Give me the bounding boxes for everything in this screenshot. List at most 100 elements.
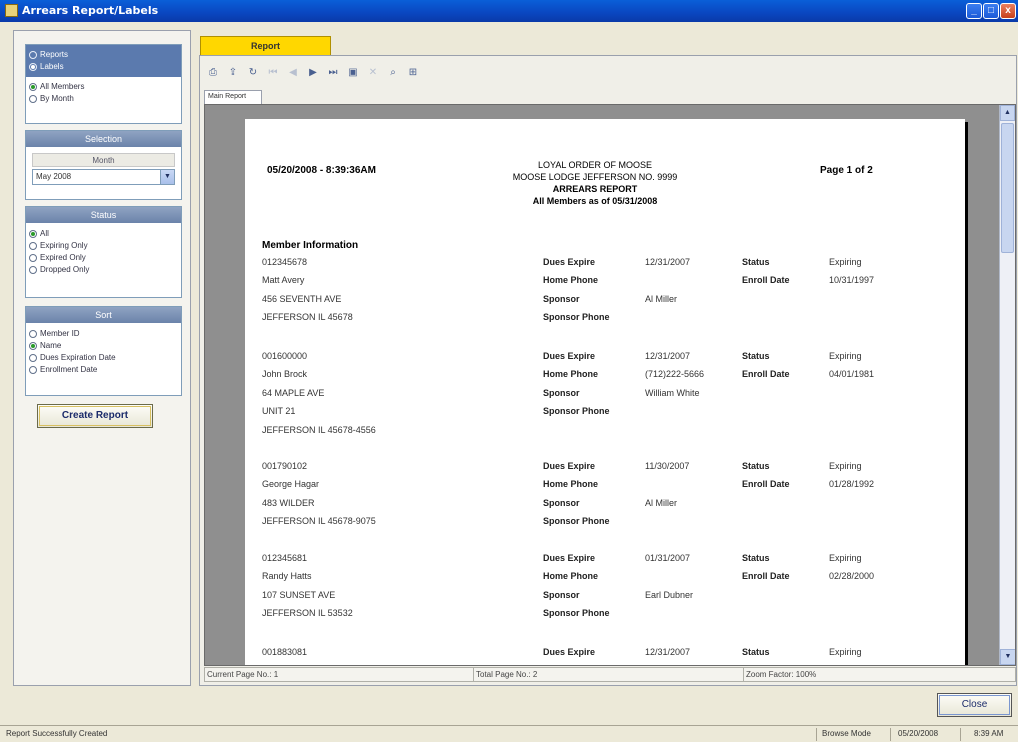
status-label: Status bbox=[742, 553, 770, 563]
labels-radio[interactable] bbox=[29, 62, 37, 71]
current-page-indicator: Current Page No.: 1 bbox=[204, 667, 474, 682]
status-all-option[interactable]: All bbox=[29, 228, 181, 239]
member-id: 012345681 bbox=[262, 553, 308, 563]
status-all-radio[interactable] bbox=[29, 229, 37, 238]
status-expiring-radio[interactable] bbox=[29, 241, 37, 250]
all-members-option[interactable]: All Members bbox=[29, 81, 181, 92]
status-bar: Report Successfully Created Browse Mode … bbox=[0, 725, 1018, 742]
report-viewer[interactable]: 05/20/2008 - 8:39:36AM LOYAL ORDER OF MO… bbox=[204, 104, 1016, 666]
scroll-up-icon[interactable]: ▲ bbox=[1000, 105, 1015, 121]
sort-enrollment-radio[interactable] bbox=[29, 365, 37, 374]
status-dropped-radio[interactable] bbox=[29, 265, 37, 274]
status-value: Expiring bbox=[829, 461, 862, 471]
reports-radio[interactable] bbox=[29, 50, 37, 59]
sort-name-radio[interactable] bbox=[29, 341, 37, 350]
minimize-button[interactable]: _ bbox=[966, 3, 982, 19]
status-message: Report Successfully Created bbox=[6, 729, 108, 738]
member-name: John Brock bbox=[262, 369, 308, 379]
stop-icon[interactable]: ✕ bbox=[366, 66, 380, 80]
report-header: LOYAL ORDER OF MOOSE MOOSE LODGE JEFFERS… bbox=[480, 159, 710, 207]
home-phone-label: Home Phone bbox=[543, 275, 599, 285]
status-expiring-option[interactable]: Expiring Only bbox=[29, 240, 181, 251]
by-month-radio[interactable] bbox=[29, 94, 37, 103]
status-dropped-option[interactable]: Dropped Only bbox=[29, 264, 181, 275]
close-button[interactable]: Close bbox=[937, 693, 1012, 717]
close-window-button[interactable]: x bbox=[1000, 3, 1016, 19]
member-address: 483 WILDER bbox=[262, 498, 315, 508]
sort-name-option[interactable]: Name bbox=[29, 340, 181, 351]
reports-option[interactable]: Reports bbox=[29, 49, 181, 60]
zoom-indicator: Zoom Factor: 100% bbox=[744, 667, 1016, 682]
dues-value: 12/31/2007 bbox=[645, 257, 691, 267]
tab-main-report[interactable]: Main Report bbox=[204, 90, 262, 104]
next-page-icon[interactable]: ▶ bbox=[306, 66, 320, 80]
sort-header: Sort bbox=[26, 307, 181, 323]
scroll-down-icon[interactable]: ▼ bbox=[1000, 649, 1015, 665]
maximize-button[interactable]: □ bbox=[983, 3, 999, 19]
enroll-label: Enroll Date bbox=[742, 571, 790, 581]
sort-dues-date-option[interactable]: Dues Expiration Date bbox=[29, 352, 181, 363]
report-toolbar: ⎙ ⇪ ↻ ⏮ ◀ ▶ ⏭ ▣ ✕ ⌕ ⊞ bbox=[206, 64, 420, 82]
sort-group: Sort Member ID Name Dues Expiration Date… bbox=[25, 306, 182, 396]
month-select[interactable]: May 2008 ▼ bbox=[32, 169, 175, 185]
member-city: JEFFERSON IL 45678-4556 bbox=[262, 425, 376, 435]
sort-member-id-option[interactable]: Member ID bbox=[29, 328, 181, 339]
member-address-2: UNIT 21 bbox=[262, 406, 296, 416]
home-phone-value: (712)222-5666 bbox=[645, 369, 705, 379]
dues-value: 12/31/2007 bbox=[645, 647, 691, 657]
report-title: ARREARS REPORT bbox=[552, 184, 638, 194]
tab-report[interactable]: Report bbox=[200, 36, 331, 56]
labels-option[interactable]: Labels bbox=[29, 61, 181, 72]
export-icon[interactable]: ⇪ bbox=[226, 66, 240, 80]
zoom-icon[interactable]: ⊞ bbox=[406, 66, 420, 80]
sponsor-value: Earl Dubner bbox=[645, 590, 694, 600]
scroll-thumb[interactable] bbox=[1001, 123, 1014, 253]
goto-page-icon[interactable]: ▣ bbox=[346, 66, 360, 80]
report-container: ⎙ ⇪ ↻ ⏮ ◀ ▶ ⏭ ▣ ✕ ⌕ ⊞ Main Report 05/20/… bbox=[199, 55, 1017, 686]
enroll-label: Enroll Date bbox=[742, 479, 790, 489]
member-name: Randy Hatts bbox=[262, 571, 312, 581]
sort-member-id-radio[interactable] bbox=[29, 329, 37, 338]
status-expired-radio[interactable] bbox=[29, 253, 37, 262]
app-icon bbox=[5, 4, 18, 17]
sponsor-label: Sponsor bbox=[543, 294, 580, 304]
status-value: Expiring bbox=[829, 257, 862, 267]
prev-page-icon[interactable]: ◀ bbox=[286, 66, 300, 80]
all-members-radio[interactable] bbox=[29, 82, 37, 91]
enroll-value: 01/28/1992 bbox=[829, 479, 875, 489]
dues-label: Dues Expire bbox=[543, 553, 596, 563]
sponsor-phone-label: Sponsor Phone bbox=[543, 406, 610, 416]
enroll-label: Enroll Date bbox=[742, 275, 790, 285]
first-page-icon[interactable]: ⏮ bbox=[266, 66, 280, 80]
vertical-scrollbar[interactable]: ▲ ▼ bbox=[999, 105, 1015, 665]
chevron-down-icon[interactable]: ▼ bbox=[160, 170, 174, 184]
report-page-number: Page 1 of 2 bbox=[820, 165, 873, 176]
dues-label: Dues Expire bbox=[543, 351, 596, 361]
report-subtitle: All Members as of 05/31/2008 bbox=[532, 196, 658, 206]
sponsor-value: Al Miller bbox=[645, 294, 678, 304]
create-report-button[interactable]: Create Report bbox=[37, 404, 153, 428]
report-page: 05/20/2008 - 8:39:36AM LOYAL ORDER OF MO… bbox=[245, 119, 965, 665]
sponsor-label: Sponsor bbox=[543, 590, 580, 600]
search-icon[interactable]: ⌕ bbox=[386, 66, 400, 80]
sort-enrollment-option[interactable]: Enrollment Date bbox=[29, 364, 181, 375]
print-icon[interactable]: ⎙ bbox=[206, 66, 220, 80]
sort-dues-date-radio[interactable] bbox=[29, 353, 37, 362]
enroll-value: 02/28/2000 bbox=[829, 571, 875, 581]
member-address: 107 SUNSET AVE bbox=[262, 590, 336, 600]
report-type-header: Reports Labels bbox=[26, 45, 181, 77]
status-group: Status All Expiring Only Expired Only Dr… bbox=[25, 206, 182, 298]
member-city: JEFFERSON IL 45678-9075 bbox=[262, 516, 376, 526]
sponsor-value: William White bbox=[645, 388, 700, 398]
section-title: Member Information bbox=[262, 240, 359, 251]
status-expired-option[interactable]: Expired Only bbox=[29, 252, 181, 263]
member-id: 001600000 bbox=[262, 351, 308, 361]
last-page-icon[interactable]: ⏭ bbox=[326, 66, 340, 80]
sponsor-phone-label: Sponsor Phone bbox=[543, 312, 610, 322]
enroll-label: Enroll Date bbox=[742, 369, 790, 379]
refresh-icon[interactable]: ↻ bbox=[246, 66, 260, 80]
status-label: Status bbox=[742, 257, 770, 267]
status-value: Expiring bbox=[829, 553, 862, 563]
member-city: JEFFERSON IL 53532 bbox=[262, 608, 353, 618]
by-month-option[interactable]: By Month bbox=[29, 93, 181, 104]
